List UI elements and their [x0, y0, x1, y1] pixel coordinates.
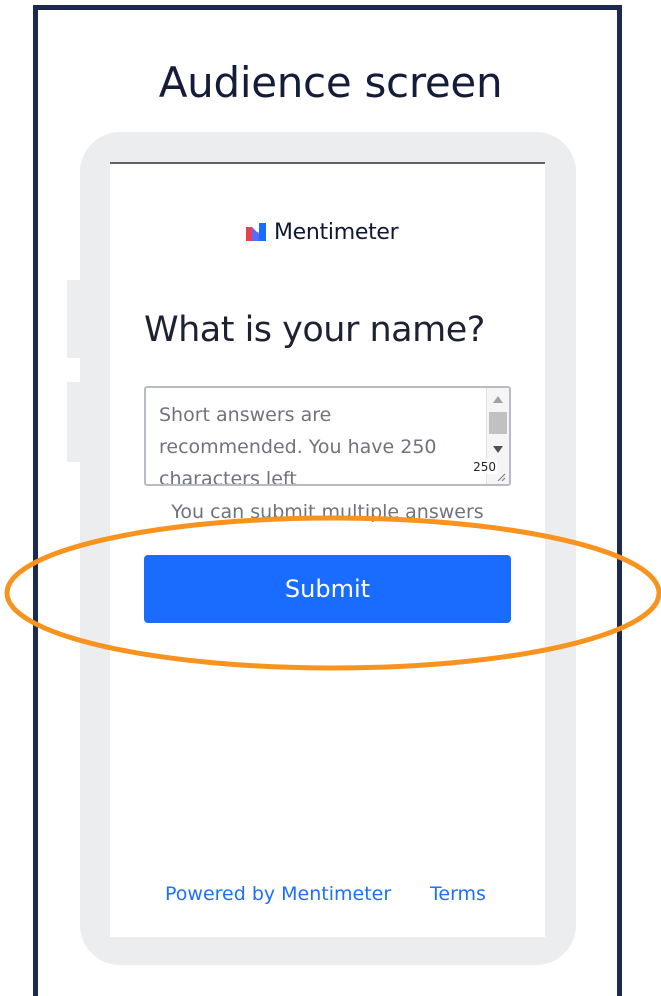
phone-side-button [67, 382, 81, 462]
stage: Audience screen Mentimeter What is your … [0, 0, 661, 996]
brand-logo: Mentimeter [246, 217, 399, 247]
question-title: What is your name? [144, 310, 485, 350]
mentimeter-logo-icon [246, 223, 266, 241]
resize-grip-icon[interactable] [496, 472, 506, 482]
answer-textarea[interactable]: Short answers are recommended. You have … [144, 386, 511, 486]
page-title: Audience screen [158, 58, 503, 107]
answer-placeholder: Short answers are recommended. You have … [159, 404, 437, 486]
phone-screen [110, 162, 545, 937]
phone-side-button [67, 280, 81, 358]
brand-name: Mentimeter [274, 219, 399, 245]
scroll-up-arrow-icon[interactable] [493, 396, 503, 403]
multiple-answers-hint: You can submit multiple answers [171, 501, 484, 523]
scroll-thumb[interactable] [489, 412, 507, 434]
character-counter: 250 [472, 460, 497, 474]
terms-link[interactable]: Terms [430, 883, 486, 905]
submit-button[interactable]: Submit [144, 555, 511, 623]
scroll-down-arrow-icon[interactable] [493, 446, 503, 453]
powered-by-link[interactable]: Powered by Mentimeter [165, 883, 391, 905]
